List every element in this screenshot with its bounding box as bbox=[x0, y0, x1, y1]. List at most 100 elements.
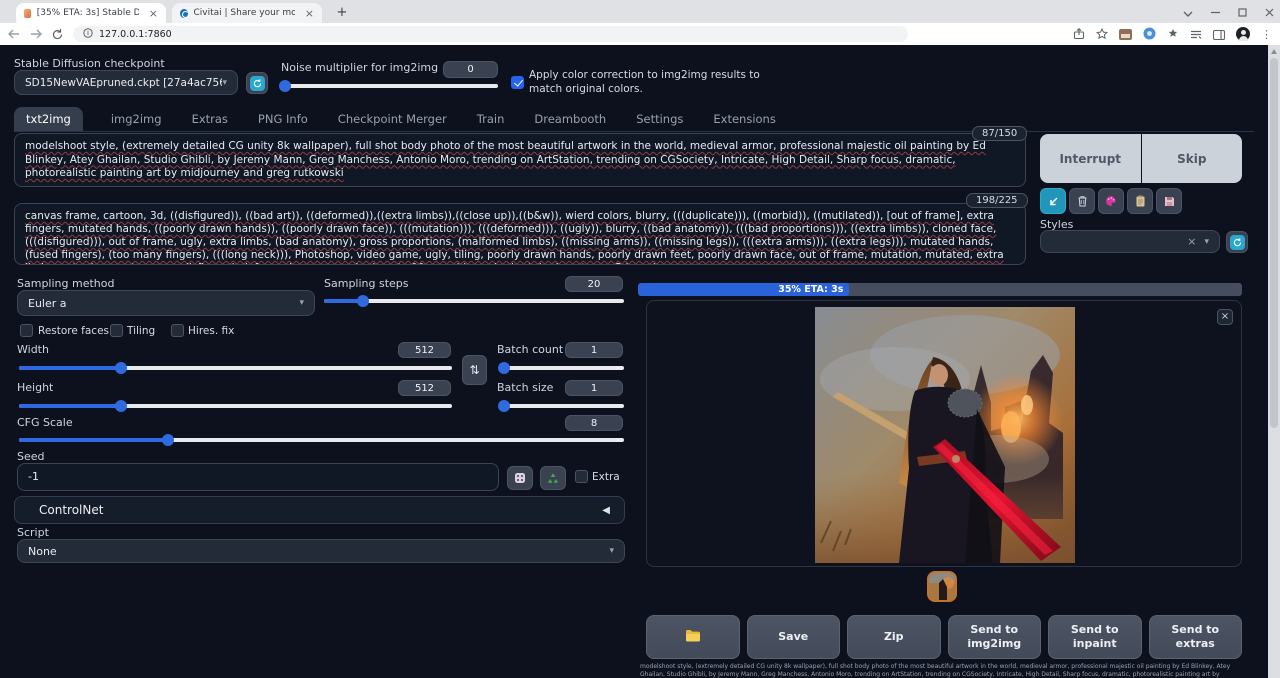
scrollbar-thumb[interactable] bbox=[1270, 58, 1278, 428]
checkpoint-dropdown[interactable]: SD15NewVAEpruned.ckpt [27a4ac756c] ▾ bbox=[14, 70, 238, 95]
restore-faces-checkbox[interactable] bbox=[20, 324, 33, 337]
prompt-token-counter: 87/150 bbox=[972, 126, 1027, 141]
generated-image[interactable] bbox=[815, 307, 1075, 563]
browser-tab-stable-diffusion[interactable]: [35% ETA: 3s] Stable Diffusion × bbox=[16, 3, 166, 23]
tab-img2img[interactable]: img2img bbox=[109, 107, 164, 131]
controlnet-accordion[interactable]: ControlNet ◀ bbox=[14, 496, 625, 524]
address-bar[interactable]: 127.0.0.1:7860 bbox=[73, 26, 908, 42]
window-close-icon[interactable] bbox=[1265, 2, 1274, 21]
tab-txt2img[interactable]: txt2img bbox=[14, 107, 83, 131]
color-correction-label: Apply color correction to img2img result… bbox=[529, 68, 769, 96]
dice-icon bbox=[514, 469, 526, 488]
script-dropdown[interactable]: None ▾ bbox=[17, 539, 625, 563]
tab-settings[interactable]: Settings bbox=[634, 107, 685, 131]
color-correction-checkbox[interactable] bbox=[511, 76, 524, 89]
width-slider[interactable] bbox=[19, 366, 452, 370]
tab-close-icon[interactable]: × bbox=[305, 7, 314, 20]
tab-train[interactable]: Train bbox=[475, 107, 507, 131]
send-to-inpaint-button[interactable]: Send to inpaint bbox=[1048, 615, 1142, 659]
hires-fix-checkbox[interactable] bbox=[171, 324, 184, 337]
sampling-method-dropdown[interactable]: Euler a ▾ bbox=[17, 290, 315, 316]
progress-fill: 35% ETA: 3s bbox=[638, 283, 849, 296]
profile-avatar[interactable] bbox=[1236, 27, 1250, 41]
height-value[interactable]: 512 bbox=[398, 380, 451, 396]
extension-blue-dot-icon[interactable] bbox=[1143, 25, 1156, 44]
forward-icon[interactable] bbox=[30, 29, 42, 39]
zip-button[interactable]: Zip bbox=[847, 615, 941, 659]
prompt-textarea[interactable]: modelshoot style, (extremely detailed CG… bbox=[14, 133, 1026, 187]
width-value[interactable]: 512 bbox=[398, 342, 451, 358]
skip-button[interactable]: Skip bbox=[1142, 134, 1243, 183]
browser-tab-title: Civitai | Share your models bbox=[194, 8, 295, 18]
browser-menu-icon[interactable]: ⋮ bbox=[1261, 28, 1272, 41]
extension-grid-icon[interactable] bbox=[1119, 25, 1132, 44]
progress-bar: 35% ETA: 3s bbox=[638, 283, 1242, 296]
reload-icon[interactable] bbox=[52, 29, 63, 40]
checkpoint-refresh-button[interactable] bbox=[246, 72, 268, 94]
site-info-icon[interactable] bbox=[83, 28, 93, 41]
batch-count-value[interactable]: 1 bbox=[565, 342, 623, 358]
window-maximize-icon[interactable] bbox=[1238, 2, 1247, 21]
batch-count-slider[interactable] bbox=[500, 366, 624, 370]
new-tab-button[interactable]: + bbox=[334, 5, 350, 21]
sampling-steps-value[interactable]: 20 bbox=[565, 276, 623, 292]
palette-icon bbox=[1105, 192, 1117, 211]
noise-multiplier-slider[interactable] bbox=[281, 84, 498, 88]
scrollbar-up-arrow[interactable] bbox=[1271, 49, 1277, 54]
batch-size-slider[interactable] bbox=[500, 404, 624, 408]
send-to-img2img-button[interactable]: Send to img2img bbox=[948, 615, 1042, 659]
tab-extensions[interactable]: Extensions bbox=[711, 107, 777, 131]
batch-size-value[interactable]: 1 bbox=[565, 380, 623, 396]
tab-dreambooth[interactable]: Dreambooth bbox=[532, 107, 608, 131]
sampling-steps-slider[interactable] bbox=[324, 299, 624, 303]
close-gallery-icon[interactable]: × bbox=[1217, 309, 1233, 325]
cfg-scale-value[interactable]: 8 bbox=[565, 415, 623, 431]
page-scrollbar[interactable] bbox=[1268, 45, 1280, 678]
clear-styles-icon[interactable]: × bbox=[1187, 235, 1196, 248]
tab-extras[interactable]: Extras bbox=[190, 107, 230, 131]
tab-close-icon[interactable]: × bbox=[149, 7, 158, 20]
share-icon[interactable] bbox=[1073, 25, 1085, 44]
paste-generation-params-button[interactable] bbox=[1040, 188, 1066, 214]
output-gallery: × bbox=[646, 300, 1242, 567]
back-icon[interactable] bbox=[8, 29, 20, 39]
civitai-favicon bbox=[180, 9, 188, 18]
save-style-button[interactable] bbox=[1156, 188, 1182, 214]
extra-networks-button[interactable] bbox=[1098, 188, 1124, 214]
seed-value: -1 bbox=[28, 470, 39, 484]
extra-seed-checkbox[interactable] bbox=[575, 470, 588, 483]
swap-dimensions-button[interactable]: ⇅ bbox=[462, 355, 487, 385]
clear-prompt-button[interactable] bbox=[1069, 188, 1095, 214]
chevron-down-icon[interactable] bbox=[1183, 2, 1193, 21]
send-to-extras-button[interactable]: Send to extras bbox=[1149, 615, 1243, 659]
reuse-seed-button[interactable] bbox=[540, 466, 566, 490]
restore-faces-label: Restore faces bbox=[38, 325, 109, 337]
tiling-checkbox[interactable] bbox=[110, 324, 123, 337]
cfg-scale-label: CFG Scale bbox=[17, 416, 73, 429]
negative-prompt-textarea[interactable]: canvas frame, cartoon, 3d, ((disfigured)… bbox=[14, 203, 1026, 265]
height-slider[interactable] bbox=[19, 404, 452, 408]
window-minimize-icon[interactable] bbox=[1211, 2, 1220, 21]
tab-png-info[interactable]: PNG Info bbox=[256, 107, 310, 131]
noise-multiplier-value[interactable]: 0 bbox=[443, 61, 498, 78]
save-button[interactable]: Save bbox=[747, 615, 841, 659]
browser-tab-civitai[interactable]: Civitai | Share your models × bbox=[172, 3, 322, 23]
styles-dropdown[interactable]: × ▾ bbox=[1040, 230, 1220, 253]
extensions-puzzle-icon[interactable] bbox=[1167, 25, 1179, 44]
folder-icon bbox=[685, 629, 701, 646]
gallery-thumbnail[interactable] bbox=[927, 571, 957, 602]
cfg-scale-slider[interactable] bbox=[19, 438, 624, 442]
chevron-down-icon: ▾ bbox=[222, 78, 227, 88]
tab-checkpoint-merger[interactable]: Checkpoint Merger bbox=[336, 107, 449, 131]
reading-list-icon[interactable] bbox=[1190, 25, 1202, 44]
side-panel-icon[interactable] bbox=[1213, 25, 1225, 44]
seed-input[interactable]: -1 bbox=[17, 463, 499, 491]
interrupt-button[interactable]: Interrupt bbox=[1040, 134, 1141, 183]
bookmark-star-icon[interactable] bbox=[1096, 25, 1108, 44]
clipboard-icon bbox=[1135, 192, 1146, 211]
collapse-arrow-icon: ◀ bbox=[602, 505, 610, 516]
open-folder-button[interactable] bbox=[646, 615, 740, 659]
styles-refresh-button[interactable] bbox=[1226, 231, 1248, 253]
random-seed-button[interactable] bbox=[507, 466, 533, 490]
apply-styles-button[interactable] bbox=[1127, 188, 1153, 214]
